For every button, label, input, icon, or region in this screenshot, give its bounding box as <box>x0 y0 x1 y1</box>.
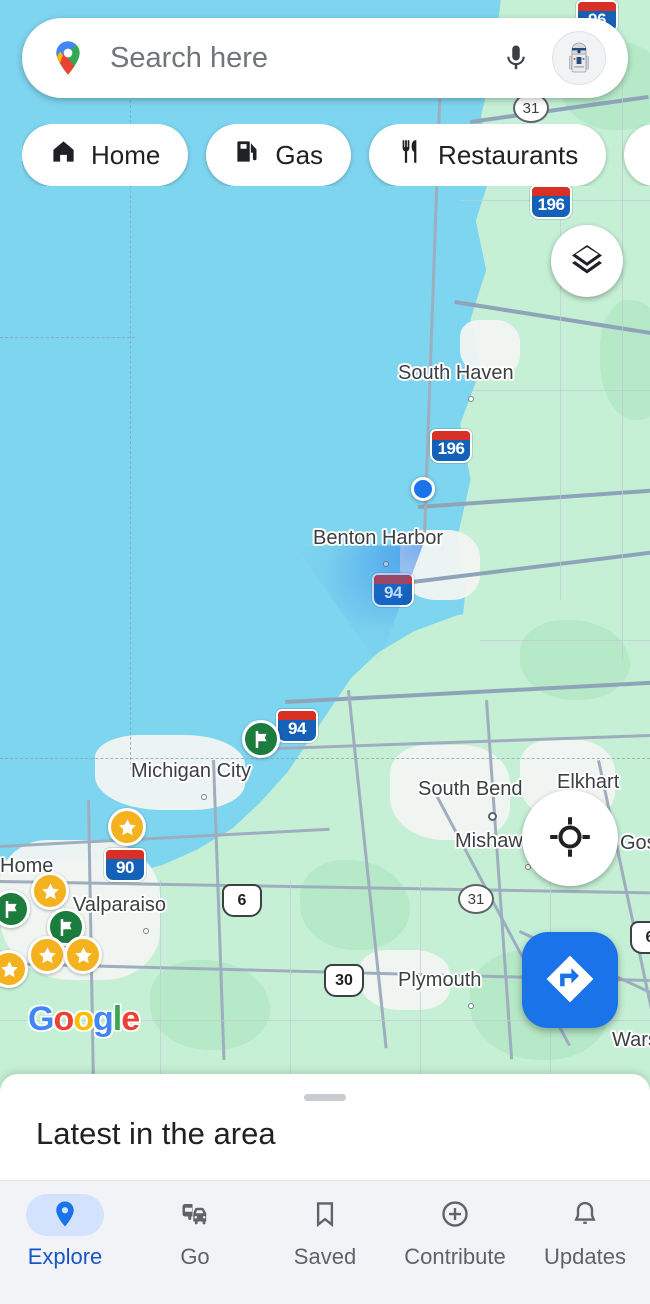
directions-button[interactable] <box>522 932 618 1028</box>
highway-shield-90: 90 <box>104 848 146 882</box>
nav-label: Saved <box>293 1244 357 1269</box>
location-pin-icon <box>50 1199 80 1232</box>
my-location-button[interactable] <box>522 790 618 886</box>
chip-label: Home <box>91 139 161 170</box>
highway-shield-196: 196 <box>430 429 472 463</box>
nav-label: Contribute <box>404 1244 506 1269</box>
map-city-dot <box>143 928 149 934</box>
highway-shield-30: 30 <box>324 964 364 997</box>
nav-label: Go <box>180 1244 210 1269</box>
highway-shield-6: 6 <box>222 884 262 917</box>
bell-icon <box>570 1199 600 1232</box>
nav-item-go[interactable]: Go <box>135 1194 255 1270</box>
chip-label: Restaurants <box>438 139 579 170</box>
search-bar[interactable] <box>22 18 628 98</box>
saved-place-star-marker[interactable] <box>31 872 69 910</box>
plus-circle-icon <box>440 1199 470 1232</box>
want-to-go-flag-marker[interactable] <box>242 720 280 758</box>
sheet-title: Latest in the area <box>36 1116 276 1151</box>
nav-item-updates[interactable]: Updates <box>525 1194 645 1270</box>
chip-home[interactable]: Home <box>22 124 189 186</box>
saved-place-star-marker[interactable] <box>108 808 146 846</box>
map-city-label: Plymouth <box>398 969 482 991</box>
map-city-label: South Bend <box>418 778 523 800</box>
county-boundary <box>0 337 135 338</box>
nav-label: Explore <box>27 1244 103 1269</box>
highway-shield-94: 94 <box>276 709 318 743</box>
gas-pump-icon <box>234 138 261 172</box>
map-city-dot <box>468 396 474 402</box>
layers-icon <box>569 242 605 281</box>
chip-restaurants[interactable]: Restaurants <box>369 124 607 186</box>
nav-icon-wrap <box>156 1194 234 1236</box>
saved-place-star-marker[interactable] <box>28 936 66 974</box>
saved-place-star-marker[interactable] <box>64 936 102 974</box>
nav-icon-wrap <box>286 1194 364 1236</box>
chip-gas[interactable]: Gas <box>206 124 352 186</box>
drag-handle[interactable] <box>304 1094 346 1101</box>
map-city-label: Michigan City <box>131 760 252 782</box>
state-boundary <box>0 758 650 759</box>
map-city-dot <box>201 794 207 800</box>
google-logo: Google <box>28 1000 140 1038</box>
bottom-sheet[interactable]: Latest in the area <box>0 1074 650 1180</box>
highway-shield-6: 6 <box>630 921 650 954</box>
blue-location-dot <box>411 477 435 501</box>
search-input[interactable] <box>88 41 494 75</box>
directions-arrow-icon <box>543 952 597 1009</box>
r2d2-avatar[interactable] <box>552 31 606 85</box>
bottom-navigation-bar[interactable]: Explore Go Saved Contribute Updates <box>0 1180 650 1304</box>
map-city-dot <box>488 812 497 821</box>
nav-icon-wrap <box>546 1194 624 1236</box>
highway-shield-31: 31 <box>458 884 494 914</box>
my-location-crosshair-icon <box>548 815 592 862</box>
map-city-label: Valparaiso <box>73 894 167 916</box>
nav-icon-wrap <box>416 1194 494 1236</box>
quick-action-chips[interactable]: Home Gas Restaurants <box>22 124 650 186</box>
microphone-icon[interactable] <box>494 36 538 80</box>
county-boundary <box>130 90 131 770</box>
home-icon <box>50 138 77 172</box>
chip-hotels[interactable] <box>624 124 650 186</box>
highway-shield-196: 196 <box>530 185 572 219</box>
google-maps-pin-icon <box>48 38 88 78</box>
google-maps-app: South Haven Benton Harbor Michigan City Sou… <box>0 0 650 1304</box>
map-city-dot <box>468 1003 474 1009</box>
nav-item-contribute[interactable]: Contribute <box>395 1194 515 1270</box>
bookmark-icon <box>310 1199 340 1232</box>
chip-label: Gas <box>275 139 324 170</box>
nav-item-saved[interactable]: Saved <box>265 1194 385 1270</box>
nav-item-explore[interactable]: Explore <box>5 1194 125 1270</box>
commute-bus-car-icon <box>180 1199 210 1232</box>
layers-button[interactable] <box>551 225 623 297</box>
map-city-label: Warsaw <box>612 1029 650 1051</box>
restaurant-fork-knife-icon <box>397 138 424 172</box>
nav-label: Updates <box>544 1244 626 1269</box>
map-city-label: South Haven <box>398 362 514 384</box>
nav-icon-wrap <box>26 1194 104 1236</box>
map-city-label: Goshen <box>620 832 650 854</box>
